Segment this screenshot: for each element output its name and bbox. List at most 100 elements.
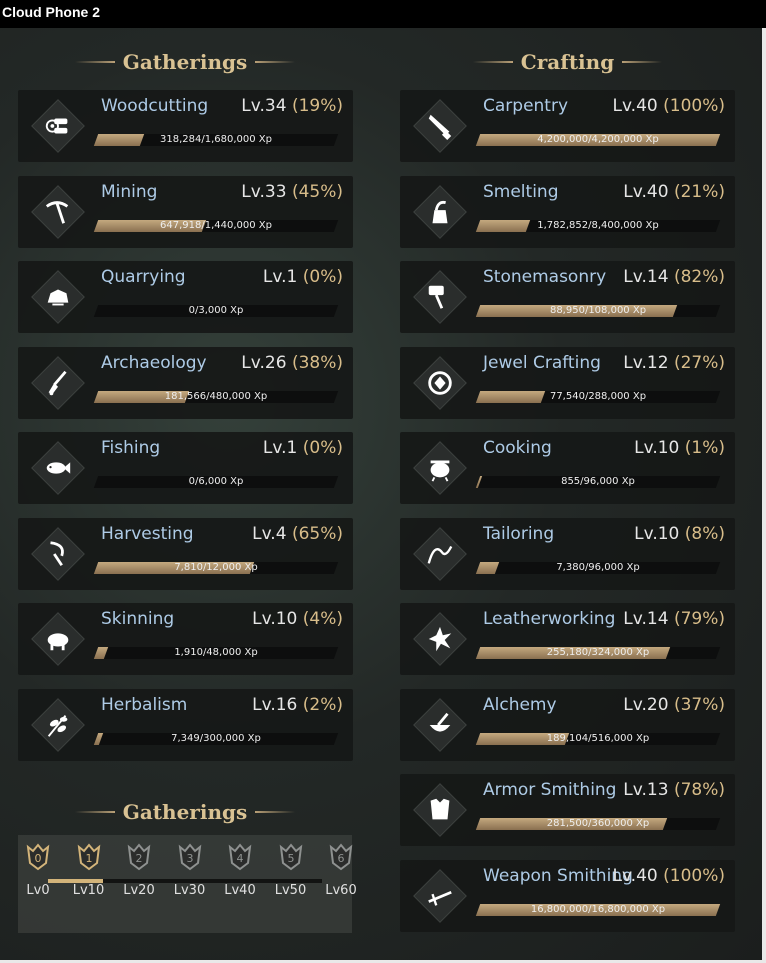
skill-level: Lv.14 (79%) <box>623 609 725 629</box>
skill-level-value: Lv.10 <box>252 609 298 629</box>
xp-text: 181,566/480,000 Xp <box>164 390 268 402</box>
skill-level: Lv.34 (19%) <box>241 96 343 116</box>
skill-level-value: Lv.10 <box>634 438 680 458</box>
tier-badge-icon: 5 <box>278 843 304 871</box>
skill-card-woodcutting[interactable]: Woodcutting Lv.34 (19%) 318,284/1,680,000 … <box>18 90 353 162</box>
hammer-icon <box>413 270 467 324</box>
skill-level-value: Lv.10 <box>634 523 680 544</box>
skill-level-value: Lv.40 <box>623 181 669 202</box>
logs-icon <box>31 99 85 153</box>
header-ornament-right <box>255 811 296 813</box>
skill-card-weapon-smithing[interactable]: Weapon Smithing Lv.40 (100%) 16,800,000/16… <box>400 859 735 932</box>
skill-card-harvesting[interactable]: Harvesting Lv.4 (65%) 7,810/12,000 Xp <box>18 517 353 590</box>
skill-card-mining[interactable]: Mining Lv.33 (45%) 647,918/1,440,000 Xp <box>18 175 353 248</box>
xp-text: 1,782,852/8,400,000 Xp <box>537 219 659 231</box>
skill-level-value: Lv.33 <box>241 181 287 202</box>
skill-level-percent: (21%) <box>673 181 725 202</box>
skill-level: Lv.14 (82%) <box>623 267 725 287</box>
shovel-icon <box>31 355 85 410</box>
xp-text: 0/6,000 Xp <box>188 476 244 487</box>
skill-level: Lv.33 (45%) <box>241 182 343 202</box>
skill-level-percent: (2%) <box>302 694 343 715</box>
skill-level: Lv.13 (78%) <box>623 780 725 800</box>
tier-badge-icon: 6 <box>328 843 354 871</box>
skill-level-percent: (38%) <box>291 352 343 373</box>
skill-card-herbalism[interactable]: Herbalism Lv.16 (2%) 7,349/300,000 Xp <box>18 688 353 761</box>
tier-label: Lv10 <box>72 883 105 898</box>
needle-icon <box>413 526 467 581</box>
xp-text: 16,800,000/16,800,000 Xp <box>530 903 666 915</box>
pot-icon <box>413 441 467 495</box>
skill-card-cooking[interactable]: Cooking Lv.10 (1%) 855/96,000 Xp <box>400 432 735 504</box>
skill-level-percent: (1%) <box>684 438 725 458</box>
skill-level-value: Lv.1 <box>262 267 298 287</box>
tier-lv40[interactable]: 4 Lv40 <box>218 843 262 898</box>
skill-name: Weapon Smithing <box>483 865 633 886</box>
sword-icon <box>413 868 467 923</box>
skill-name: Quarrying <box>101 267 186 287</box>
skill-level-value: Lv.12 <box>623 352 669 373</box>
skill-level-percent: (78%) <box>673 780 725 800</box>
skill-card-archaeology[interactable]: Archaeology Lv.26 (38%) 181,566/480,000 Xp <box>18 346 353 419</box>
header-ornament-right <box>255 61 296 63</box>
tier-label: Lv0 <box>26 883 50 898</box>
xp-text: 7,380/96,000 Xp <box>556 561 640 573</box>
skill-level-value: Lv.14 <box>623 609 669 629</box>
skill-level-percent: (82%) <box>673 267 725 287</box>
skill-card-carpentry[interactable]: Carpentry Lv.40 (100%) 4,200,000/4,200,000… <box>400 90 735 162</box>
tier-lv10[interactable]: 1 Lv10 <box>67 843 111 898</box>
tier-lv30[interactable]: 3 Lv30 <box>168 843 212 898</box>
tier-lv60[interactable]: 6 Lv60 <box>319 843 363 898</box>
xp-text: 4,200,000/4,200,000 Xp <box>537 134 659 145</box>
skill-name: Fishing <box>101 438 161 458</box>
xp-text: 318,284/1,680,000 Xp <box>160 134 272 145</box>
xp-text: 7,349/300,000 Xp <box>171 732 261 744</box>
sickle-icon <box>31 526 85 581</box>
crafting-header: Crafting <box>400 48 735 76</box>
skill-level: Lv.26 (38%) <box>241 353 343 373</box>
skill-card-skinning[interactable]: Skinning Lv.10 (4%) 1,910/48,000 Xp <box>18 603 353 675</box>
tier-label: Lv60 <box>325 883 357 898</box>
skill-card-quarrying[interactable]: Quarrying Lv.1 (0%) 0/3,000 Xp <box>18 261 353 333</box>
skill-level-percent: (27%) <box>673 352 725 373</box>
hide-icon <box>413 612 467 666</box>
skill-level: Lv.16 (2%) <box>252 695 343 715</box>
skill-name: Harvesting <box>101 523 194 544</box>
tier-lv0[interactable]: 0 Lv0 <box>16 843 60 898</box>
xp-text: 0/3,000 Xp <box>188 305 244 316</box>
skill-level-percent: (19%) <box>291 96 343 116</box>
skill-card-jewel-crafting[interactable]: Jewel Crafting Lv.12 (27%) 77,540/288,000 … <box>400 346 735 419</box>
xp-text: 281,500/360,000 Xp <box>546 818 650 829</box>
skill-card-alchemy[interactable]: Alchemy Lv.20 (37%) 189,104/516,000 Xp <box>400 688 735 761</box>
skill-card-leatherworking[interactable]: Leatherworking Lv.14 (79%) 255,180/324,000… <box>400 603 735 675</box>
skills-panel: Gatherings Crafting Woodcutting Lv.34 (19… <box>0 28 762 960</box>
skill-card-tailoring[interactable]: Tailoring Lv.10 (8%) 7,380/96,000 Xp <box>400 517 735 590</box>
skill-name: Mining <box>101 181 158 202</box>
mortar-icon <box>413 697 467 752</box>
pickaxe-icon <box>31 184 85 239</box>
tier-lv50[interactable]: 5 Lv50 <box>269 843 313 898</box>
xp-text: 77,540/288,000 Xp <box>549 390 647 402</box>
xp-text: 7,810/12,000 Xp <box>174 561 258 573</box>
tier-label: Lv20 <box>123 883 155 898</box>
skill-level-value: Lv.26 <box>241 352 287 373</box>
header-ornament-left <box>472 61 513 63</box>
crafting-title: Crafting <box>520 50 615 74</box>
skill-name: Jewel Crafting <box>483 352 601 373</box>
tier-badge-icon: 1 <box>76 843 102 871</box>
xp-text: 855/96,000 Xp <box>561 476 635 487</box>
tier-badge-icon: 0 <box>25 843 51 871</box>
skill-level-percent: (100%) <box>663 865 725 886</box>
tier-label: Lv30 <box>173 883 206 898</box>
skill-name: Skinning <box>101 609 175 629</box>
skill-card-stonemasonry[interactable]: Stonemasonry Lv.14 (82%) 88,950/108,000 Xp <box>400 261 735 333</box>
skill-card-smelting[interactable]: Smelting Lv.40 (21%) 1,782,852/8,400,000 X… <box>400 175 735 248</box>
skill-level-value: Lv.13 <box>623 780 669 800</box>
saw-icon <box>413 99 467 153</box>
skill-card-fishing[interactable]: Fishing Lv.1 (0%) 0/6,000 Xp <box>18 432 353 504</box>
window-edge <box>762 28 766 960</box>
skill-name: Carpentry <box>483 96 569 116</box>
tier-lv20[interactable]: 2 Lv20 <box>117 843 161 898</box>
skill-card-armor-smithing[interactable]: Armor Smithing Lv.13 (78%) 281,500/360,000… <box>400 774 735 846</box>
skill-level: Lv.1 (0%) <box>263 267 343 287</box>
